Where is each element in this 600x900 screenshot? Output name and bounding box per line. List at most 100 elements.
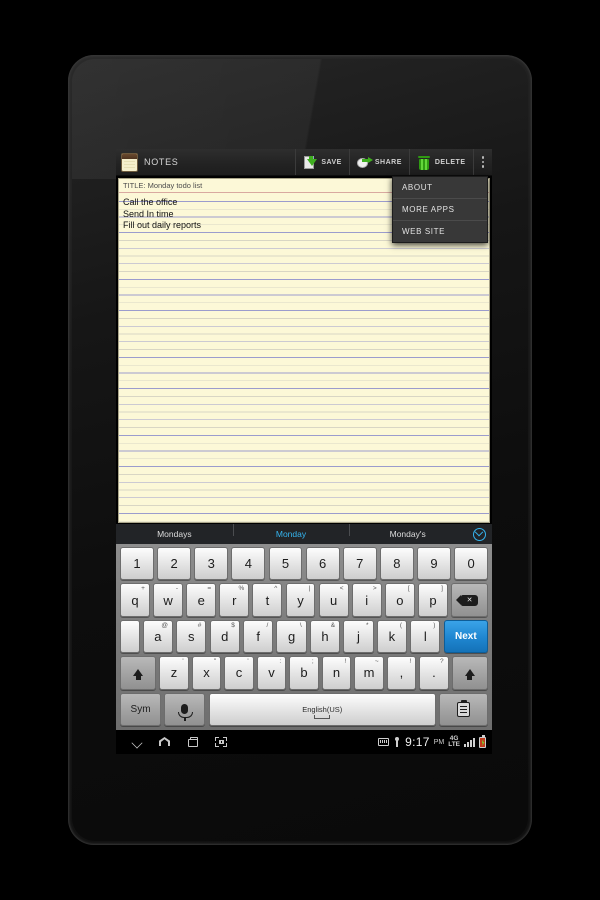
expand-suggestions-button[interactable] <box>466 527 492 541</box>
key-d[interactable]: $ d <box>209 619 240 654</box>
key-8[interactable]: 8 <box>379 547 414 581</box>
key-v[interactable]: :v <box>256 656 287 690</box>
suggestion-item[interactable]: Mondays <box>116 529 233 539</box>
home-icon[interactable] <box>158 735 172 749</box>
dot-icon <box>481 156 484 159</box>
key-period[interactable]: ?. <box>419 656 449 690</box>
keyboard-icon[interactable] <box>378 738 390 746</box>
key-7[interactable]: 7 <box>342 547 377 581</box>
key-alt-label: $ <box>231 621 235 629</box>
key-k[interactable]: (k <box>376 619 408 654</box>
delete-label: DELETE <box>434 158 466 166</box>
key-s[interactable]: # s <box>176 619 207 654</box>
key-symbols[interactable]: Sym <box>120 692 162 727</box>
key-main-label: i <box>365 592 369 608</box>
spacebar-mark-icon <box>314 715 331 720</box>
key-z[interactable]: ' z <box>159 656 189 690</box>
key-y[interactable]: | y <box>285 583 316 617</box>
key-4[interactable]: 4 <box>231 547 266 581</box>
key-shift-left[interactable] <box>120 656 157 690</box>
status-icons: 9:17 PM 4G LTE <box>378 735 486 749</box>
key-main-label: b <box>300 665 308 681</box>
key-a[interactable]: @ a <box>142 619 173 654</box>
key-alt-label: < <box>339 585 344 593</box>
key-clipboard[interactable] <box>439 692 488 727</box>
key-0[interactable]: 0 <box>454 547 489 581</box>
key-g[interactable]: \ g <box>276 619 307 654</box>
key-main-label: q <box>131 592 139 608</box>
key-b[interactable]: ; b <box>289 656 319 690</box>
keyboard-row-top: + q -w = e % r ^ t | y < u > i [o ] p ✕ <box>120 583 488 617</box>
key-e[interactable]: = e <box>186 583 217 617</box>
key-f[interactable]: / f <box>243 619 274 654</box>
key-spacebar[interactable]: English(US) <box>208 692 436 727</box>
key-alt-label: ' <box>182 658 184 666</box>
key-main-label: n <box>332 665 341 681</box>
screenshot-icon[interactable] <box>214 735 228 749</box>
recent-apps-icon[interactable] <box>186 735 200 749</box>
key-p[interactable]: ] p <box>417 583 448 617</box>
key-voice-input[interactable] <box>164 692 206 727</box>
key-main-label: f <box>256 629 260 645</box>
key-alt-label: ! <box>344 658 347 666</box>
app-brand[interactable]: NOTES <box>116 152 295 172</box>
key-6[interactable]: 6 <box>305 547 340 581</box>
key-c[interactable]: ' c <box>224 656 254 690</box>
key-shift-right[interactable] <box>451 656 488 690</box>
keyboard-row-space: Sym English(US) <box>120 692 488 727</box>
chevron-down-icon[interactable] <box>130 735 144 749</box>
key-m[interactable]: ~ m <box>354 656 384 690</box>
key-j[interactable]: * j <box>343 619 374 654</box>
key-h[interactable]: & h <box>309 619 341 654</box>
key-alt-label: ) <box>433 621 436 629</box>
share-label: SHARE <box>374 158 402 166</box>
key-r[interactable]: % r <box>219 583 250 617</box>
dot-icon <box>481 160 484 164</box>
key-alt-label: [ <box>407 585 410 593</box>
key-o[interactable]: [o <box>384 583 415 617</box>
suggestion-bar: Mondays Monday Monday's <box>116 523 492 544</box>
key-alt-label: + <box>141 585 145 593</box>
suggestion-item-selected[interactable]: Monday <box>232 524 350 539</box>
clipboard-icon <box>457 699 471 717</box>
key-t[interactable]: ^ t <box>252 583 283 617</box>
key-u[interactable]: < u <box>318 583 349 617</box>
key-2[interactable]: 2 <box>157 547 192 581</box>
key-5[interactable]: 5 <box>268 547 303 581</box>
key-comma[interactable]: !, <box>386 656 417 690</box>
key-1[interactable]: 1 <box>120 547 154 581</box>
nav-buttons <box>116 735 228 749</box>
overflow-menu-button[interactable] <box>472 149 493 175</box>
key-alt-label: ! <box>409 658 412 666</box>
notepad-icon <box>121 152 138 172</box>
key-main-label: k <box>388 629 396 645</box>
menu-item-about[interactable]: ABOUT <box>393 177 487 199</box>
menu-item-web-site[interactable]: WEB SITE <box>393 221 487 242</box>
key-i[interactable]: > i <box>351 583 382 617</box>
key-main-label: p <box>429 592 437 608</box>
delete-button[interactable]: DELETE <box>408 149 473 175</box>
key-main-label: v <box>268 665 275 681</box>
key-3[interactable]: 3 <box>194 547 229 581</box>
save-button[interactable]: SAVE <box>295 149 349 175</box>
key-main-label: g <box>287 629 296 645</box>
suggestion-item[interactable]: Monday's <box>349 524 466 539</box>
key-l[interactable]: ) l <box>410 619 441 654</box>
key-main-label: r <box>232 592 237 608</box>
keyboard-language-label: English(US) <box>302 705 343 715</box>
action-buttons: SAVE SHARE DELETE <box>295 149 492 175</box>
key-9[interactable]: 9 <box>417 547 451 581</box>
key-w[interactable]: -w <box>153 583 184 617</box>
menu-item-more-apps[interactable]: MORE APPS <box>393 199 487 221</box>
key-q[interactable]: + q <box>120 583 150 617</box>
share-button[interactable]: SHARE <box>348 149 409 175</box>
tablet-screen: NOTES SAVE SHARE DELETE ABOUT MORE APPS … <box>116 149 492 754</box>
key-next-enter[interactable]: Next <box>443 619 489 654</box>
key-backspace[interactable]: ✕ <box>451 583 488 617</box>
key-x[interactable]: " x <box>191 656 222 690</box>
key-alt-label: : <box>279 658 282 666</box>
key-alt-label: @ <box>161 621 168 629</box>
key-n[interactable]: ! n <box>321 656 352 690</box>
key-alt-label: | <box>308 585 311 593</box>
system-navigation-bar: 9:17 PM 4G LTE <box>116 730 492 754</box>
